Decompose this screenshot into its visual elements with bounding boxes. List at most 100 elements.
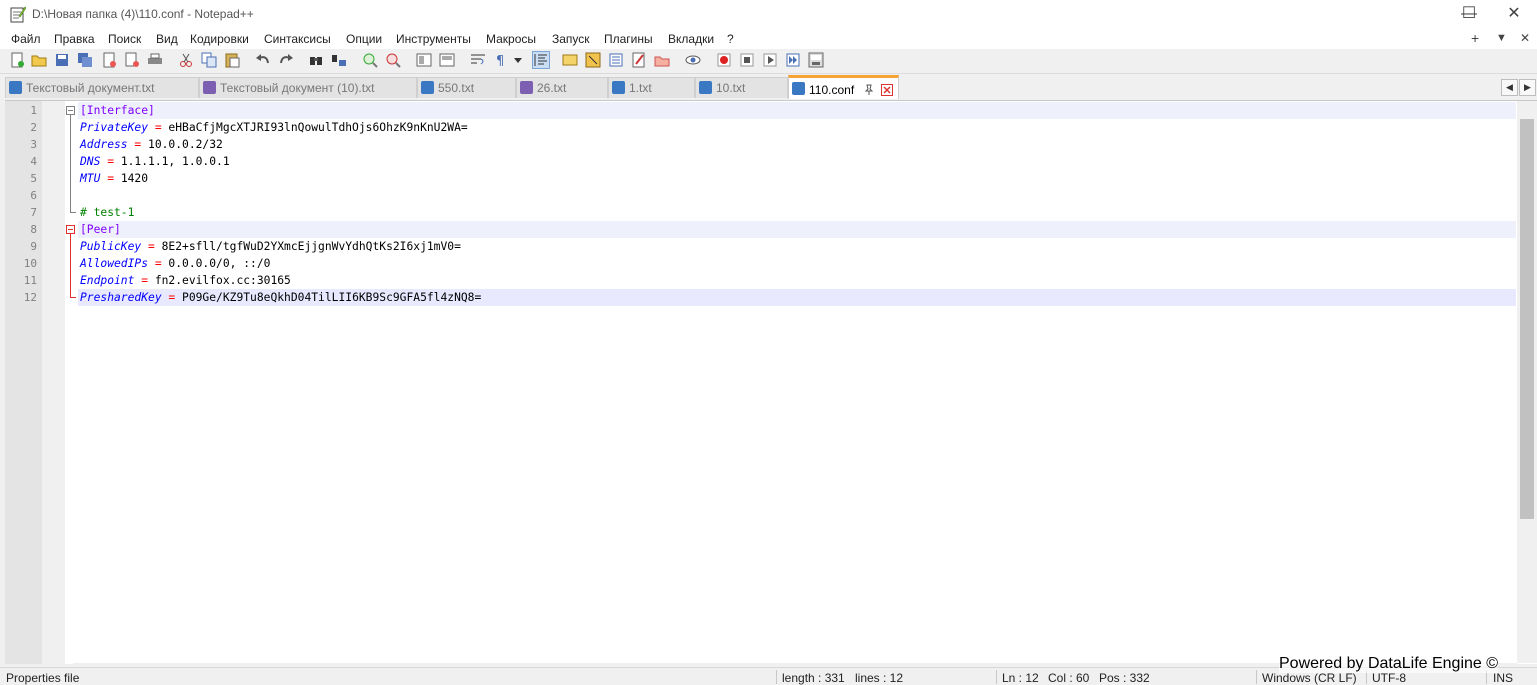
line-number: 6 — [30, 189, 37, 202]
menu-file[interactable]: Файл — [11, 32, 41, 46]
menu-view[interactable]: Вид — [156, 32, 178, 46]
close-doc-icon[interactable]: ✕ — [1520, 31, 1530, 45]
minimize-button-2[interactable] — [1399, 0, 1445, 29]
fold-line-end — [70, 297, 76, 298]
fold-toggle-icon[interactable] — [66, 225, 75, 234]
eye-monitor-icon[interactable] — [685, 52, 701, 68]
close-all-icon[interactable] — [124, 52, 140, 68]
menu-encoding[interactable]: Кодировки — [190, 32, 249, 46]
stop-macro-icon[interactable] — [739, 52, 755, 68]
folder-workspace-icon[interactable] — [631, 52, 647, 68]
menu-run[interactable]: Запуск — [552, 32, 590, 46]
tab-550-txt[interactable]: 550.txt — [417, 77, 516, 98]
vertical-scrollbar[interactable] — [1517, 101, 1537, 663]
show-chars-dropdown-icon[interactable] — [513, 52, 523, 68]
fold-line-end — [70, 212, 76, 213]
zoom-in-icon[interactable] — [362, 52, 378, 68]
zoom-out-icon[interactable] — [385, 52, 401, 68]
code-line-1: [Interface] — [80, 102, 155, 119]
menu-window[interactable]: Вкладки — [668, 32, 714, 46]
assign-operator: = — [100, 155, 121, 168]
tab-10-txt[interactable]: 10.txt — [695, 77, 788, 98]
tab-bar: Текстовый документ.txt Текстовый докумен… — [0, 74, 1537, 100]
code-line-7: # test-1 — [80, 204, 134, 221]
config-value: fn2.evilfox.cc:30165 — [154, 274, 291, 287]
word-wrap-icon[interactable] — [470, 52, 486, 68]
tab-label: 26.txt — [537, 81, 567, 95]
replace-icon[interactable] — [331, 52, 347, 68]
cut-icon[interactable] — [178, 52, 194, 68]
show-all-chars-icon[interactable]: ¶ — [493, 52, 509, 68]
save-macro-icon[interactable] — [808, 52, 824, 68]
tab-26-txt[interactable]: 26.txt — [516, 77, 608, 98]
menu-settings[interactable]: Опции — [346, 32, 382, 46]
code-line-11: Endpoint = fn2.evilfox.cc:30165 — [80, 272, 291, 289]
config-key: Address — [80, 138, 128, 151]
menu-edit[interactable]: Правка — [54, 32, 95, 46]
maximize-button[interactable]: ☐ — [1446, 0, 1492, 29]
play-macro-icon[interactable] — [762, 52, 778, 68]
pin-icon[interactable] — [863, 84, 875, 96]
config-key: PublicKey — [80, 240, 142, 253]
menu-language[interactable]: Синтаксисы — [264, 32, 331, 46]
editor-pane[interactable]: 1 2 3 4 5 6 7 8 9 10 11 12 [Interface] P… — [5, 100, 1537, 664]
close-tab-icon[interactable] — [881, 84, 893, 96]
config-key: PresharedKey — [80, 291, 162, 304]
save-disk-icon — [520, 81, 533, 94]
fold-toggle-icon[interactable] — [66, 106, 75, 115]
toolbar: ¶ — [0, 49, 1537, 74]
tab-label: 10.txt — [716, 81, 746, 95]
save-icon[interactable] — [54, 52, 70, 68]
close-icon[interactable] — [101, 52, 117, 68]
redo-icon[interactable] — [278, 52, 294, 68]
line-number: 5 — [30, 172, 37, 185]
find-icon[interactable] — [308, 52, 324, 68]
title-bar: D:\Новая папка (4)\110.conf - Notepad++ … — [0, 0, 1537, 29]
run-macro-multiple-icon[interactable] — [785, 52, 801, 68]
menu-tools[interactable]: Инструменты — [396, 32, 471, 46]
config-value: P09Ge/KZ9Tu8eQkhD04TilLII6KB9Sc9GFA5fl4z… — [182, 291, 482, 304]
code-line-8: [Peer] — [80, 221, 121, 238]
watermark-text: Powered by DataLife Engine © — [1279, 655, 1499, 673]
function-list-icon[interactable] — [608, 52, 624, 68]
close-window-button[interactable]: ✕ — [1491, 0, 1537, 29]
tab-scroll-left-button[interactable]: ◀ — [1501, 79, 1518, 96]
new-file-icon[interactable] — [9, 52, 25, 68]
config-value: 10.0.0.2/32 — [148, 138, 223, 151]
line-number: 11 — [23, 274, 37, 287]
user-lang-icon[interactable] — [562, 52, 578, 68]
paste-icon[interactable] — [224, 52, 240, 68]
sync-horizontal-icon[interactable] — [439, 52, 455, 68]
monitoring-icon[interactable] — [654, 52, 670, 68]
sync-vertical-icon[interactable] — [416, 52, 432, 68]
config-key: PrivateKey — [80, 121, 149, 134]
line-number-gutter — [5, 101, 42, 664]
tab-list-dropdown-icon[interactable]: ▼ — [1496, 32, 1507, 44]
menu-help[interactable]: ? — [727, 32, 734, 46]
menu-macro[interactable]: Макросы — [486, 32, 536, 46]
scrollbar-thumb[interactable] — [1520, 119, 1534, 519]
print-icon[interactable] — [147, 52, 163, 68]
open-file-icon[interactable] — [31, 52, 47, 68]
section-header: [Peer] — [80, 223, 121, 236]
line-number: 2 — [30, 121, 37, 134]
tab-110-conf[interactable]: 110.conf — [788, 75, 899, 99]
copy-icon[interactable] — [201, 52, 217, 68]
new-tab-plus-icon[interactable]: + — [1471, 30, 1479, 46]
indent-guide-icon[interactable] — [532, 51, 550, 69]
tab-scroll-right-button[interactable]: ▶ — [1519, 79, 1536, 96]
tab-text-document[interactable]: Текстовый документ.txt — [5, 77, 199, 98]
save-disk-icon — [612, 81, 625, 94]
undo-icon[interactable] — [255, 52, 271, 68]
menu-search[interactable]: Поиск — [108, 32, 141, 46]
config-key: Endpoint — [80, 274, 135, 287]
record-macro-icon[interactable] — [716, 52, 732, 68]
menu-plugins[interactable]: Плагины — [604, 32, 653, 46]
tab-1-txt[interactable]: 1.txt — [608, 77, 695, 98]
save-all-icon[interactable] — [77, 52, 93, 68]
tab-text-document-10[interactable]: Текстовый документ (10).txt — [199, 77, 417, 98]
assign-operator: = — [148, 257, 169, 270]
doc-map-icon[interactable] — [585, 52, 601, 68]
comment: # test-1 — [80, 206, 135, 219]
tab-label: 1.txt — [629, 81, 652, 95]
